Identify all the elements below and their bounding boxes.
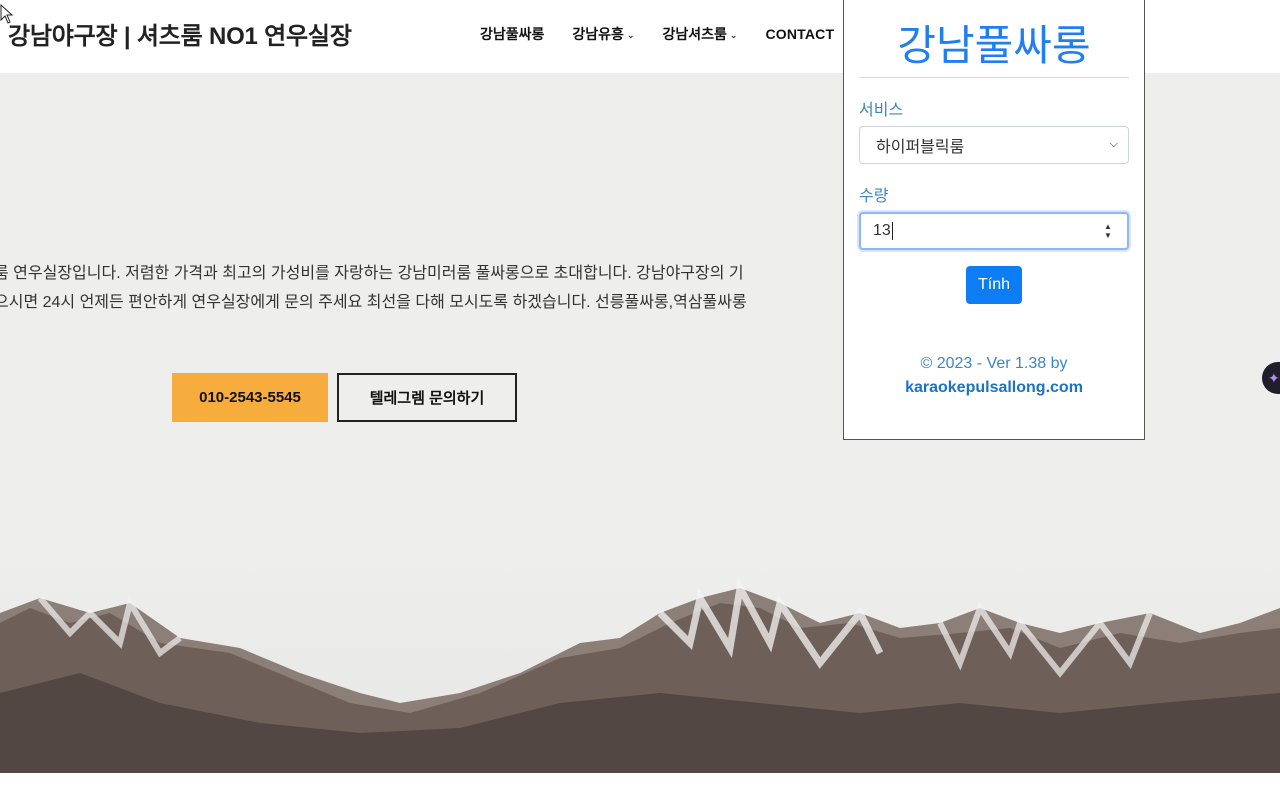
popup-footer-link[interactable]: karaokepulsallong.com <box>844 379 1144 397</box>
spin-arrows-icon[interactable]: ▲ ▼ <box>1103 222 1113 242</box>
text-caret <box>891 222 893 240</box>
nav-item-label: 강남유흥 <box>572 26 624 42</box>
chevron-down-icon: ⌄ <box>729 29 738 40</box>
popup-title: 강남풀싸롱 <box>897 21 1091 70</box>
calculator-popup: 강남풀싸롱 서비스 하이퍼블릭룸 ⌵ 수량 13 ▲ ▼ Tính © 2023 … <box>843 0 1145 440</box>
telegram-button[interactable]: 텔레그렘 문의하기 <box>337 373 517 422</box>
service-select-value: 하이퍼블릭룸 <box>876 139 965 156</box>
bottom-strip <box>0 773 1280 800</box>
quantity-input[interactable]: 13 ▲ ▼ <box>859 212 1129 250</box>
nav-item-label: 강남셔츠룸 <box>662 26 727 42</box>
chevron-down-icon: ⌄ <box>626 29 635 40</box>
phone-button[interactable]: 010-2543-5545 <box>172 373 328 422</box>
site-title[interactable]: 강남야구장 | 셔츠룸 NO1 연우실장 <box>8 16 352 51</box>
quantity-label: 수량 <box>859 188 889 205</box>
main-nav: 강남풀싸롱 강남유흥 ⌄ 강남셔츠룸 ⌄ CONTACT <box>480 24 862 44</box>
sparkle-icon: ✦ <box>1268 369 1280 386</box>
hero-line-2: 으시면 24시 언제든 편안하게 연우실장에게 문의 주세요 최선을 다해 모시… <box>0 294 747 311</box>
service-label: 서비스 <box>859 102 904 119</box>
nav-item-label: CONTACT <box>765 26 835 42</box>
mouse-cursor-icon <box>0 4 14 24</box>
nav-item-gangnam-entertainment[interactable]: 강남유흥 ⌄ <box>572 24 634 44</box>
calculate-button[interactable]: Tính <box>966 266 1022 304</box>
divider <box>859 77 1129 78</box>
quantity-input-value: 13 <box>873 222 891 239</box>
hero-line-1: 룸 연우실장입니다. 저렴한 가격과 최고의 가성비를 자랑하는 강남미러룸 풀… <box>0 265 744 282</box>
chevron-down-icon: ⌵ <box>1109 138 1118 150</box>
nav-item-label: 강남풀싸롱 <box>480 26 545 42</box>
nav-item-gangnam-fullsalon[interactable]: 강남풀싸롱 <box>480 24 544 44</box>
service-select[interactable]: 하이퍼블릭룸 ⌵ <box>859 126 1129 164</box>
nav-item-gangnam-shirtroom[interactable]: 강남셔츠룸 ⌄ <box>662 24 737 44</box>
popup-footer-version: © 2023 - Ver 1.38 by <box>920 355 1068 372</box>
mountain-background-image <box>0 553 1280 773</box>
hero-description: 룸 연우실장입니다. 저렴한 가격과 최고의 가성비를 자랑하는 강남미러룸 풀… <box>0 259 874 317</box>
nav-item-contact[interactable]: CONTACT <box>765 26 834 42</box>
